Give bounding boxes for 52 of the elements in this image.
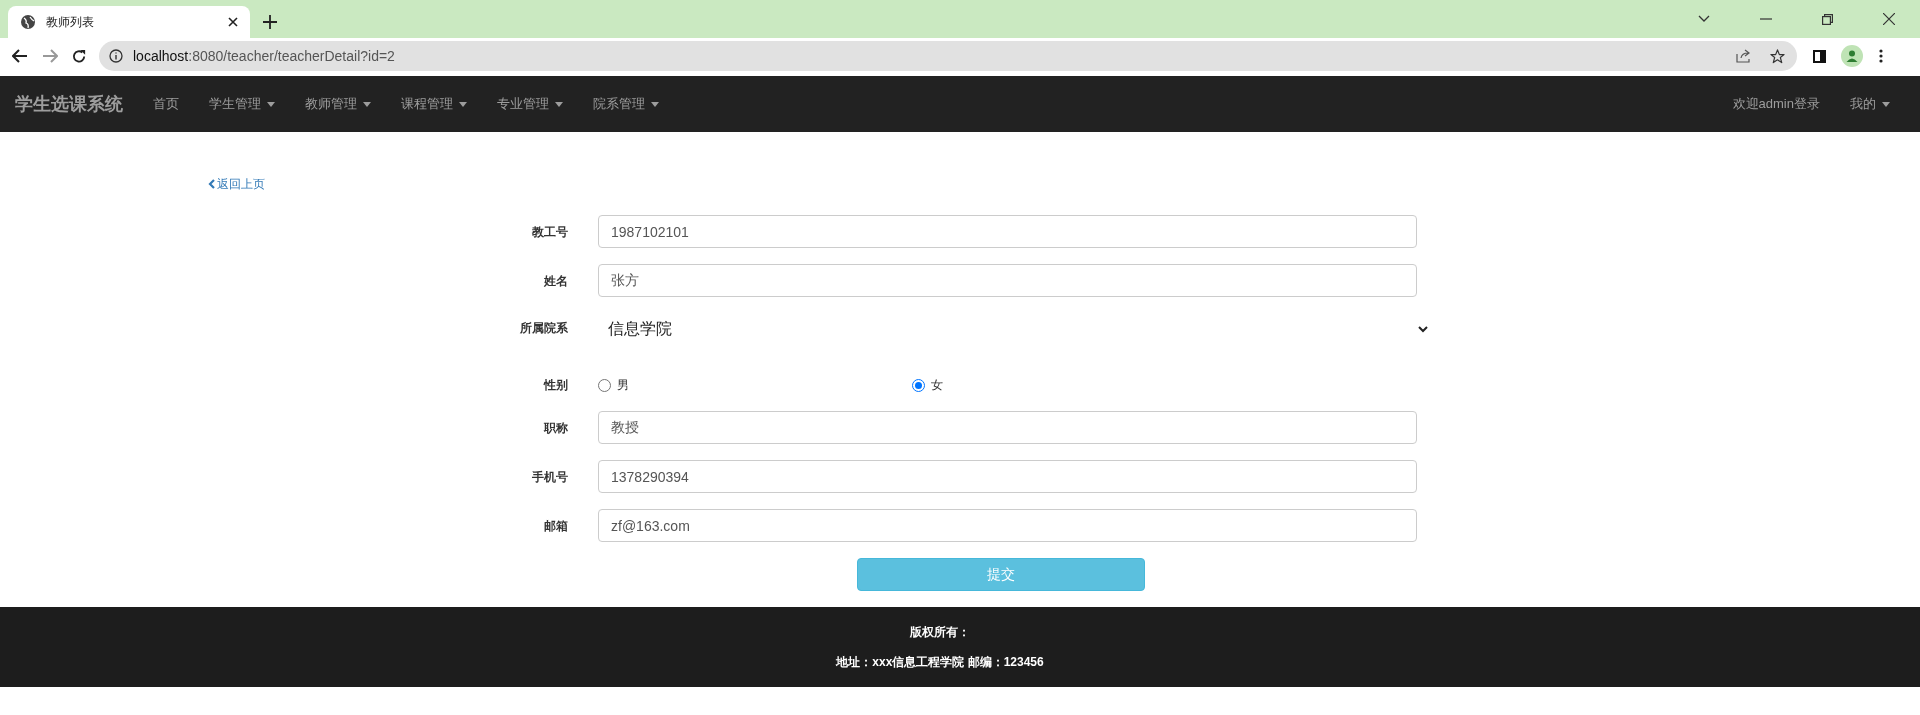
more-vertical-icon[interactable] xyxy=(1879,49,1883,63)
nav-link[interactable]: 学生管理 xyxy=(194,76,290,132)
field-label: 邮箱 xyxy=(543,517,569,535)
footer-text: 版权所有： xyxy=(910,624,970,641)
share-icon[interactable] xyxy=(1736,49,1752,63)
chevron-left-icon xyxy=(208,179,215,189)
nav-link[interactable]: 欢迎admin登录 xyxy=(1717,76,1835,132)
field-label: 所属院系 xyxy=(519,320,569,337)
nav-link[interactable]: 教师管理 xyxy=(290,76,386,132)
reload-icon[interactable] xyxy=(72,48,87,64)
text-input[interactable]: zf@163.com xyxy=(598,509,1417,542)
globe-icon xyxy=(20,14,36,30)
field-label: 教工号 xyxy=(531,223,569,241)
close-icon[interactable] xyxy=(1883,13,1895,25)
browser-tab[interactable]: 教师列表 xyxy=(8,6,250,38)
caret-icon xyxy=(1882,101,1890,107)
footer-text: 地址：xxx信息工程学院 邮编：123456 xyxy=(836,654,1044,671)
plus-icon[interactable] xyxy=(263,15,277,29)
profile-avatar[interactable] xyxy=(1841,45,1863,67)
radio-option[interactable]: 男 xyxy=(598,376,912,394)
restore-icon[interactable] xyxy=(1822,13,1833,25)
info-icon xyxy=(109,49,123,63)
field-label: 手机号 xyxy=(531,468,569,486)
text-input[interactable]: 教授 xyxy=(598,411,1417,444)
nav-link[interactable]: 专业管理 xyxy=(482,76,578,132)
star-icon[interactable] xyxy=(1770,48,1785,64)
field-label: 职称 xyxy=(542,419,569,437)
radio-option[interactable]: 女 xyxy=(912,376,1226,394)
caret-icon xyxy=(267,101,275,107)
forward-arrow-icon[interactable] xyxy=(42,49,58,63)
caret-icon xyxy=(651,101,659,107)
caret-icon xyxy=(363,101,371,107)
nav-link[interactable]: 院系管理 xyxy=(578,76,674,132)
text-input[interactable]: 1987102101 xyxy=(598,215,1417,248)
caret-icon xyxy=(459,101,467,107)
back-arrow-icon[interactable] xyxy=(12,49,28,63)
caret-icon xyxy=(555,101,563,107)
nav-link[interactable]: 首页 xyxy=(138,76,194,132)
close-icon[interactable] xyxy=(228,17,238,27)
address-bar[interactable]: localhost:8080/teacher/teacherDetail?id=2 xyxy=(99,41,1797,71)
text-input[interactable]: 1378290394 xyxy=(598,460,1417,493)
back-link[interactable]: 返回上页 xyxy=(208,175,265,193)
sidebar-icon[interactable] xyxy=(1813,49,1826,63)
chevron-down-icon[interactable] xyxy=(1698,15,1710,23)
nav-link[interactable]: 课程管理 xyxy=(386,76,482,132)
field-label: 姓名 xyxy=(543,272,569,290)
text-input[interactable]: 张方 xyxy=(598,264,1417,297)
field-label: 性别 xyxy=(542,377,569,394)
select-field[interactable]: 信息学院 xyxy=(598,315,1428,343)
chevron-down-icon xyxy=(1418,325,1428,333)
brand-link[interactable]: 学生选课系统 xyxy=(0,76,138,132)
nav-link[interactable]: 我的 xyxy=(1835,76,1905,132)
